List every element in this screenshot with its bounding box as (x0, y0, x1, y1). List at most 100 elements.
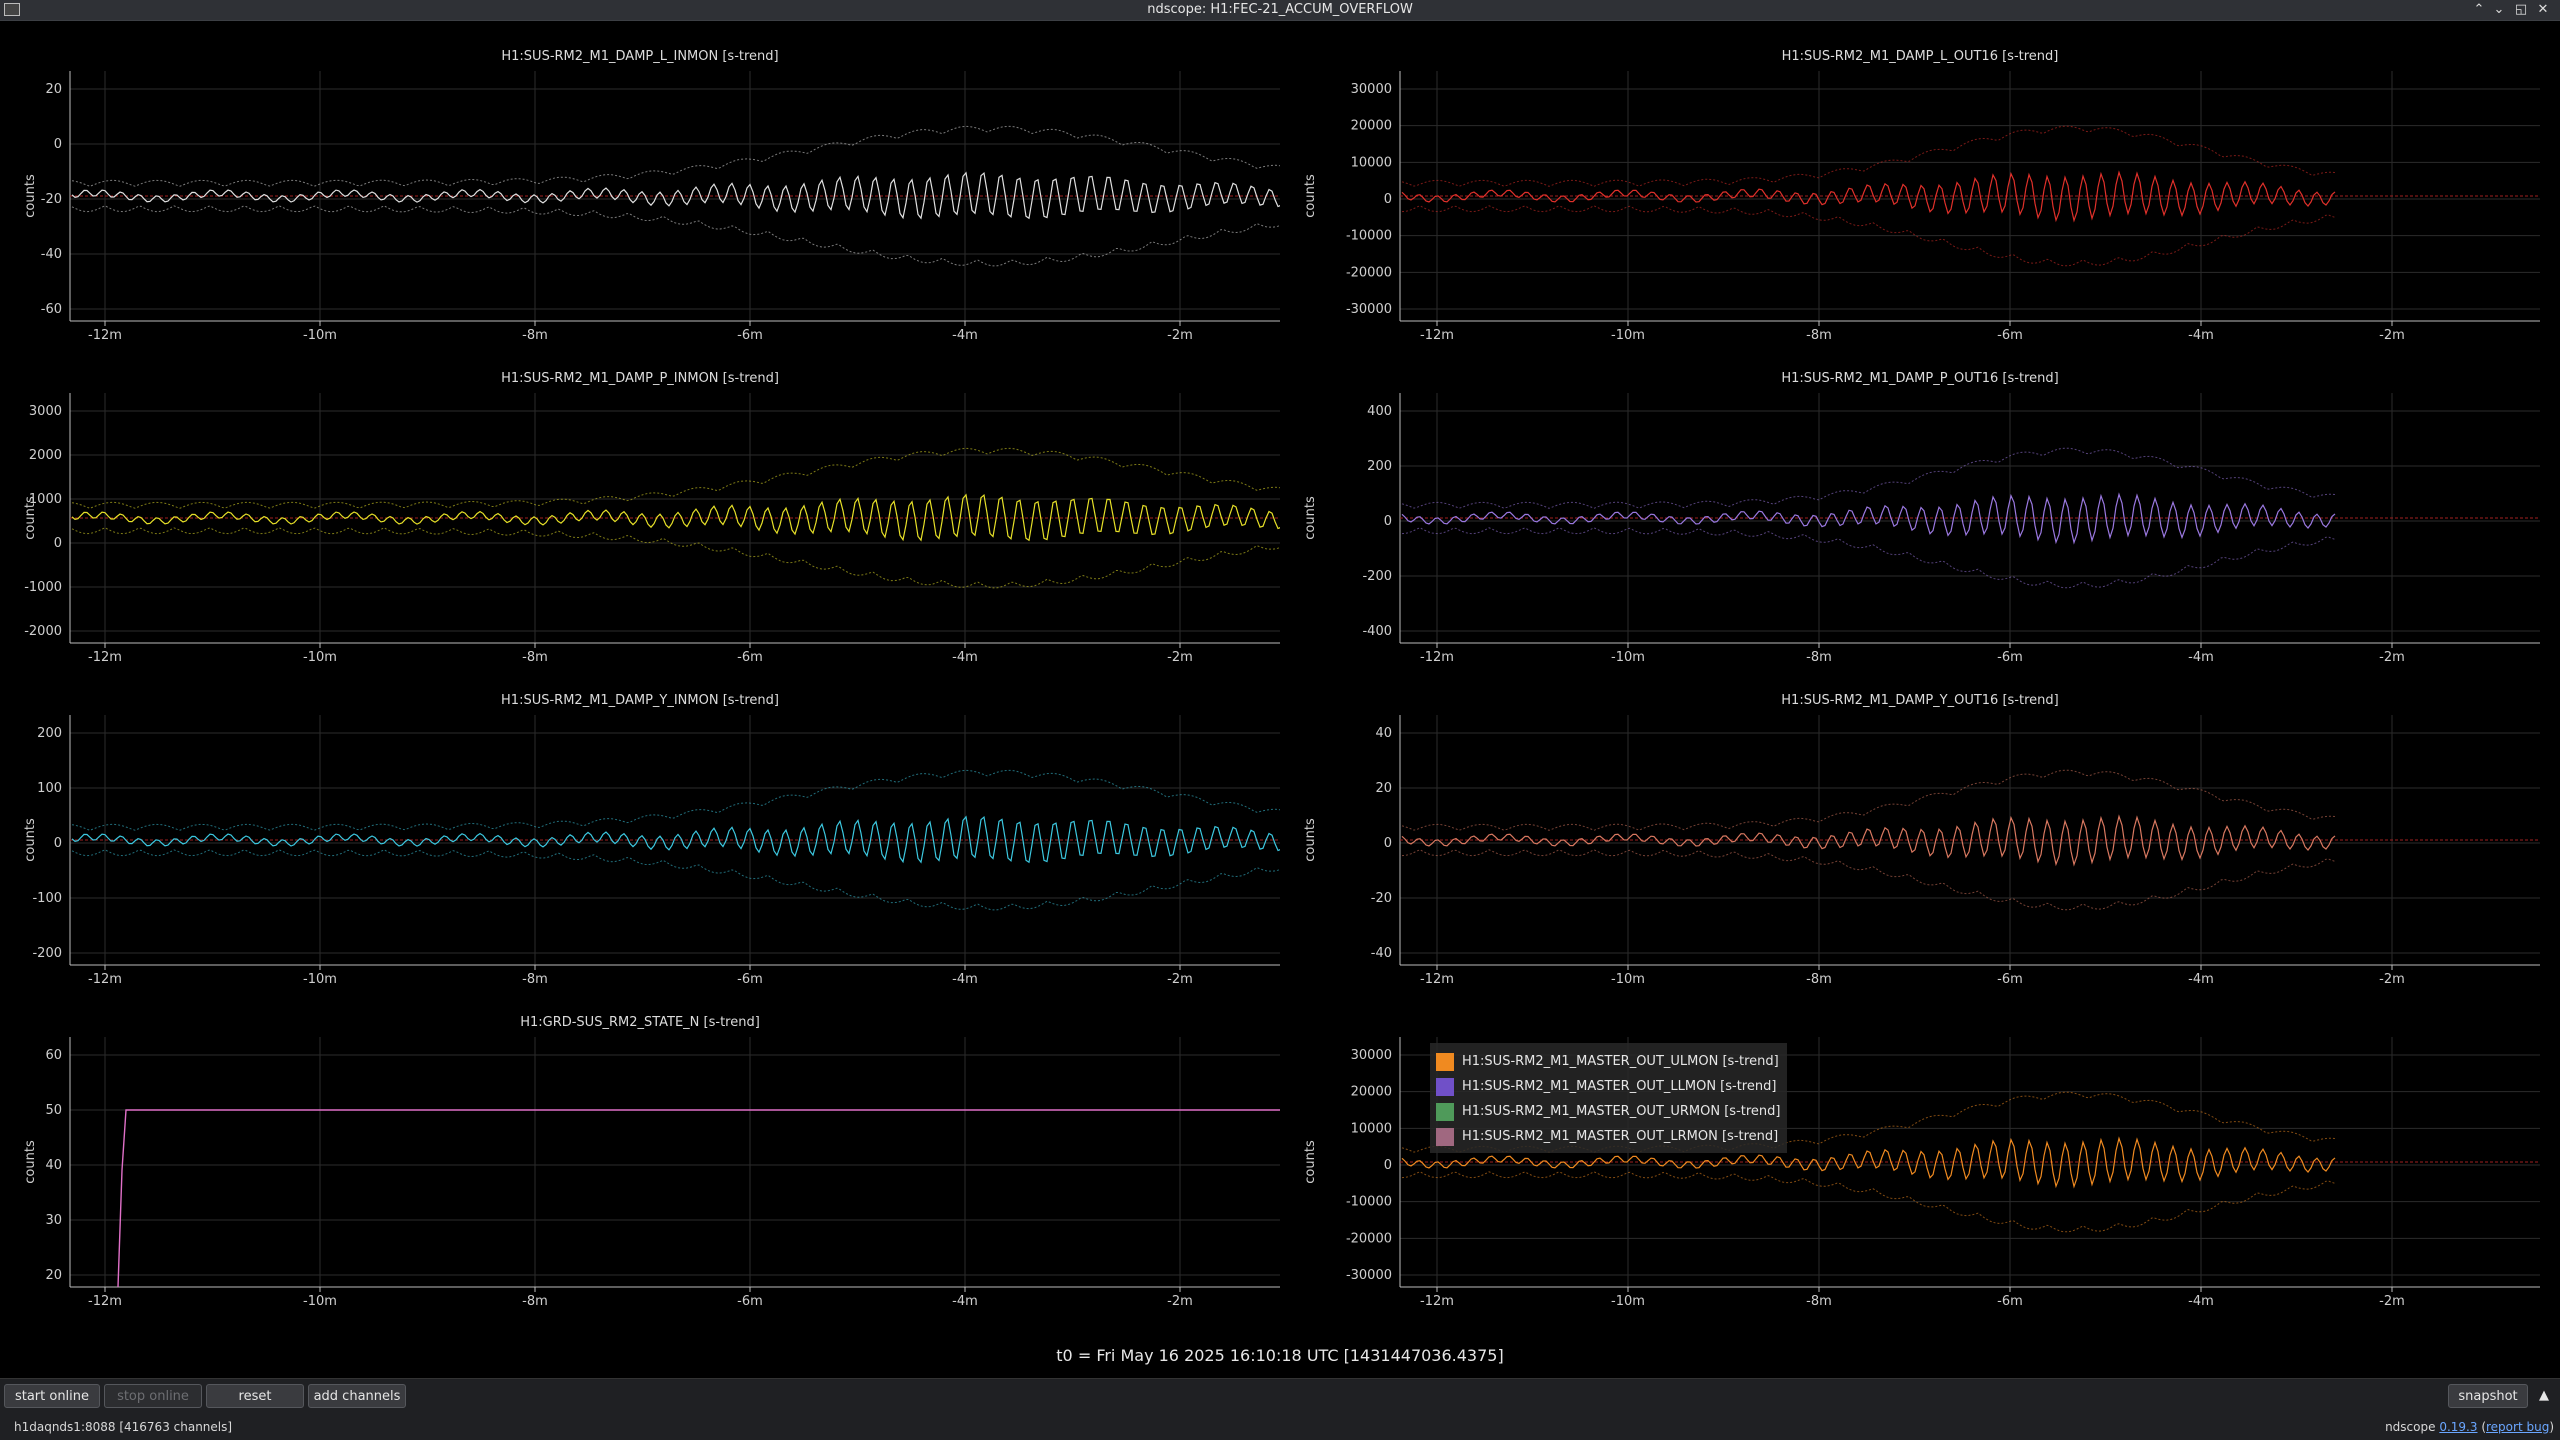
y-tick-label: 2000 (29, 448, 62, 463)
plot-title: H1:SUS-RM2_M1_DAMP_Y_OUT16 [s-trend] (1781, 693, 2059, 708)
start-online-button[interactable]: start online (4, 1384, 100, 1408)
plot-canvas[interactable]: 30000 20000 10000 0 -10000 -20000 -30000 -12m -1… (1280, 21, 2560, 343)
plot-damp-l-inmon[interactable]: 20 0 -20 -40 -60 -12m -10m -8m -6m -4m -2m counts H… (0, 21, 1280, 343)
x-tick-label: -4m (2188, 650, 2214, 665)
version-link[interactable]: 0.19.3 (2439, 1420, 2477, 1434)
stop-online-button[interactable]: stop online (104, 1384, 202, 1408)
x-tick-label: -6m (1997, 1294, 2023, 1309)
y-axis-label: counts (23, 174, 38, 218)
status-bar: h1daqnds1:8088 [416763 channels] ndscope… (0, 1412, 2560, 1440)
x-tick-label: -8m (522, 328, 548, 343)
x-tick-label: -10m (1611, 1294, 1645, 1309)
reset-button[interactable]: reset (206, 1384, 304, 1408)
x-tick-label: -8m (522, 650, 548, 665)
app-name: ndscope (2385, 1420, 2436, 1434)
maximize-icon[interactable]: ◱ (2512, 1, 2530, 19)
plot-master-out[interactable]: 30000 20000 10000 0 -10000 -20000 -30000 -12m -1… (1280, 987, 2560, 1309)
plot-damp-y-out16[interactable]: 40 20 0 -20 -40 -12m -10m -8m -6m -4m -2m counts H1… (1280, 665, 2560, 987)
plot-title: H1:SUS-RM2_M1_DAMP_P_OUT16 [s-trend] (1781, 371, 2059, 386)
legend-label: H1:SUS-RM2_M1_MASTER_OUT_LRMON [s-trend] (1462, 1129, 1779, 1144)
x-tick-label: -10m (303, 972, 337, 987)
legend-label: H1:SUS-RM2_M1_MASTER_OUT_ULMON [s-trend] (1462, 1054, 1779, 1069)
keep-above-icon[interactable]: ⌃ (2470, 1, 2488, 19)
x-tick-label: -4m (952, 650, 978, 665)
report-bug-link[interactable]: report bug (2486, 1420, 2549, 1434)
y-tick-label: 0 (54, 836, 62, 851)
x-tick-label: -6m (1997, 650, 2023, 665)
y-tick-label: -40 (41, 247, 62, 262)
trace-line (117, 1109, 1280, 1288)
plot-canvas[interactable]: 40 20 0 -20 -40 -12m -10m -8m -6m -4m -2m counts (1280, 665, 2560, 987)
plot-title: H1:SUS-RM2_M1_DAMP_P_INMON [s-trend] (501, 371, 779, 386)
x-tick-label: -2m (2379, 328, 2405, 343)
y-tick-label: 200 (1367, 459, 1392, 474)
plot-damp-y-inmon[interactable]: 200 100 0 -100 -200 -12m -10m -8m -6m -4m -2m count… (0, 665, 1280, 987)
y-tick-label: 20 (1375, 781, 1392, 796)
plot-legend: H1:SUS-RM2_M1_MASTER_OUT_ULMON [s-trend]… (1430, 1043, 1787, 1153)
plot-canvas[interactable]: 3000200010000-1000-2000-12m -10m -8m -6m -4m… (0, 343, 1280, 665)
y-tick-label: -10000 (1346, 1195, 1392, 1210)
close-icon[interactable]: ✕ (2534, 1, 2552, 19)
legend-swatch (1436, 1102, 1454, 1121)
y-tick-label: 0 (1384, 836, 1392, 851)
add-channels-button[interactable]: add channels (308, 1384, 406, 1408)
plot-damp-p-out16[interactable]: 400 200 0 -200 -400 -12m -10m -8m -6m -4m -2m count… (1280, 343, 2560, 665)
collapse-icon[interactable]: ▲ (2532, 1384, 2556, 1408)
plot-canvas[interactable]: 60 50 40 30 20 -12m -10m -8m -6m -4m -2m counts (0, 987, 1280, 1309)
x-tick-label: -10m (1611, 972, 1645, 987)
y-tick-label: 50 (45, 1103, 62, 1118)
x-tick-label: -2m (2379, 972, 2405, 987)
x-tick-label: -6m (1997, 328, 2023, 343)
x-tick-label: -12m (88, 650, 122, 665)
plot-canvas[interactable]: 400 200 0 -200 -400 -12m -10m -8m -6m -4m -2m count… (1280, 343, 2560, 665)
plot-title: H1:SUS-RM2_M1_DAMP_Y_INMON [s-trend] (501, 693, 779, 708)
x-tick-label: -8m (1806, 972, 1832, 987)
y-tick-label: 60 (45, 1048, 62, 1063)
y-tick-label: 40 (1375, 726, 1392, 741)
y-tick-label: -30000 (1346, 1268, 1392, 1283)
x-tick-label: -8m (1806, 1294, 1832, 1309)
plot-canvas[interactable]: 20 0 -20 -40 -60 -12m -10m -8m -6m -4m -2m counts (0, 21, 1280, 343)
x-tick-label: -12m (1420, 650, 1454, 665)
window-titlebar: ndscope: H1:FEC-21_ACCUM_OVERFLOW ⌃ ⌄ ◱ … (0, 0, 2560, 21)
y-tick-label: -200 (1362, 569, 1392, 584)
plot-damp-l-out16[interactable]: 30000 20000 10000 0 -10000 -20000 -30000 -12m -1… (1280, 21, 2560, 343)
plot-canvas[interactable]: 200 100 0 -100 -200 -12m -10m -8m -6m -4m -2m count… (0, 665, 1280, 987)
x-tick-label: -4m (952, 972, 978, 987)
y-tick-label: -2000 (24, 624, 62, 639)
y-tick-label: 0 (54, 137, 62, 152)
x-tick-label: -12m (88, 1294, 122, 1309)
y-tick-label: 0 (1384, 1158, 1392, 1173)
x-tick-label: -6m (737, 650, 763, 665)
plot-damp-p-inmon[interactable]: 3000 2000 1000 0 -1000 -2000 -12m -10m -8m -6m -4m… (0, 343, 1280, 665)
x-tick-label: -12m (1420, 972, 1454, 987)
version-info: ndscope 0.19.3 (report bug) (2385, 1420, 2554, 1434)
x-tick-label: -6m (737, 972, 763, 987)
x-tick-label: -10m (303, 328, 337, 343)
y-tick-label: 10000 (1351, 155, 1392, 170)
trace-max (1401, 125, 2336, 187)
y-tick-label: 400 (1367, 404, 1392, 419)
trace-mean (1401, 814, 2336, 867)
t0-timestamp: t0 = Fri May 16 2025 16:10:18 UTC [14314… (1056, 1346, 1504, 1365)
x-tick-label: -6m (1997, 972, 2023, 987)
y-tick-label: -10000 (1346, 229, 1392, 244)
y-tick-label: 20000 (1351, 119, 1392, 134)
legend-entry: H1:SUS-RM2_M1_MASTER_OUT_ULMON [s-trend] (1436, 1049, 1781, 1074)
snapshot-button[interactable]: snapshot (2448, 1384, 2528, 1408)
y-tick-label: 20 (45, 1268, 62, 1283)
x-tick-label: -2m (1167, 972, 1193, 987)
minimize-icon[interactable]: ⌄ (2490, 1, 2508, 19)
y-tick-label: -20 (41, 192, 62, 207)
trace-max (71, 769, 1280, 831)
trace-max (71, 125, 1280, 187)
plot-grid: 20 0 -20 -40 -60 -12m -10m -8m -6m -4m -2m counts H… (0, 21, 2560, 1337)
server-status: h1daqnds1:8088 [416763 channels] (14, 1420, 233, 1434)
legend-entry: H1:SUS-RM2_M1_MASTER_OUT_LRMON [s-trend] (1436, 1124, 1781, 1149)
trace-max (1401, 447, 2336, 509)
trace-min (71, 527, 1280, 589)
x-tick-label: -12m (88, 972, 122, 987)
trace-min (1401, 527, 2336, 589)
y-axis-label: counts (1303, 174, 1318, 218)
plot-grd-state-n[interactable]: 60 50 40 30 20 -12m -10m -8m -6m -4m -2m counts H1:… (0, 987, 1280, 1309)
